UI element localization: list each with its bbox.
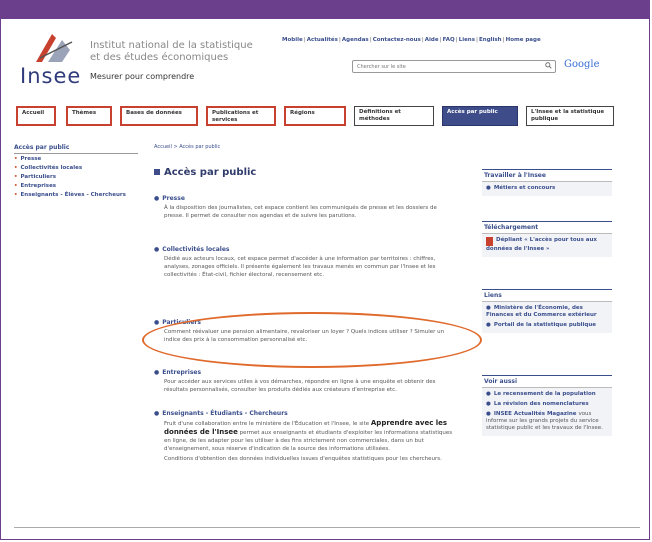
sidebar-item-enseignants[interactable]: • Enseignants - Élèves - Chercheurs [14, 192, 138, 198]
section-heading[interactable]: ● Collectivités locales [154, 246, 454, 253]
section-text: Pour accéder aux services utiles à vos d… [164, 379, 436, 393]
logo-text: Insee [20, 64, 82, 88]
section-collectivites: ● Collectivités locales Dédié aux acteurs… [154, 246, 454, 279]
box-heading: Travailler à l'Insee [482, 170, 612, 182]
bullet-icon: ● [486, 401, 491, 407]
sidebar-item-particuliers[interactable]: • Particuliers [14, 174, 138, 180]
section-text: À la disposition des journalistes, cet e… [164, 205, 437, 219]
bullet-icon: ● [486, 411, 491, 417]
tagline: Mesurer pour comprendre [90, 72, 195, 81]
section-heading[interactable]: ● Enseignants - Étudiants - Chercheurs [154, 410, 454, 417]
bullet-icon: ● [486, 322, 491, 328]
tab-regions[interactable]: Régions [284, 106, 346, 126]
section-enseignants: ● Enseignants - Étudiants - Chercheurs Fr… [154, 410, 454, 463]
institute-name-line2: et des études économiques [90, 52, 229, 63]
link-revision-nomenclatures[interactable]: ● La révision des nomenclatures [486, 401, 608, 408]
bullet-icon: ● [486, 185, 491, 191]
search-icon[interactable] [545, 62, 552, 69]
page-title: Accès par public [154, 167, 256, 178]
box-heading: Liens [482, 290, 612, 302]
logo-mark-icon [36, 34, 73, 62]
bullet-icon: ● [486, 391, 491, 397]
search-placeholder: Chercher sur le site [357, 64, 406, 70]
box-telechargement: Téléchargement Dépliant « L'accès pour t… [482, 221, 612, 257]
bullet-icon: • [14, 192, 18, 198]
link-depliant[interactable]: Dépliant « L'accès pour tous aux données… [486, 237, 608, 253]
box-travailler: Travailler à l'Insee ● Métiers et concour… [482, 169, 612, 196]
bullet-icon: • [14, 183, 18, 189]
main-nav: Accueil Thèmes Bases de données Publicat… [14, 106, 640, 132]
document-icon [486, 237, 493, 246]
top-link-mobile[interactable]: Mobile [282, 37, 303, 43]
top-link-contact[interactable]: Contactez-nous [373, 37, 421, 43]
section-text: Dédié aux acteurs locaux, cet espace per… [164, 256, 436, 278]
bullet-icon: ● [486, 305, 491, 311]
footer-divider [14, 527, 640, 528]
box-liens: Liens ● Ministère de l'Économie, des Fina… [482, 289, 612, 333]
section-heading[interactable]: ● Presse [154, 195, 454, 202]
top-link-agendas[interactable]: Agendas [342, 37, 369, 43]
top-link-faq[interactable]: FAQ [443, 37, 455, 43]
link-portail-statistique[interactable]: ● Portail de la statistique publique [486, 322, 608, 329]
bullet-icon: • [14, 174, 18, 180]
section-presse: ● Presse À la disposition des journaliste… [154, 195, 454, 220]
google-logo: Google [564, 59, 600, 70]
link-metiers-concours[interactable]: ● Métiers et concours [486, 185, 608, 192]
top-link-aide[interactable]: Aide [425, 37, 439, 43]
title-square-icon [154, 169, 160, 175]
section-extra-text: Conditions d'obtention des données indiv… [164, 456, 442, 462]
tab-publications-services[interactable]: Publications et services [206, 106, 276, 126]
tab-insee-statistique-publique[interactable]: L'Insee et la statistique publique [526, 106, 614, 126]
bullet-icon: • [14, 156, 18, 162]
top-link-english[interactable]: English [479, 37, 502, 43]
sidebar-item-collectivites[interactable]: • Collectivités locales [14, 165, 138, 171]
box-heading: Téléchargement [482, 222, 612, 234]
bullet-icon: ● [154, 369, 160, 376]
sidebar-item-entreprises[interactable]: • Entreprises [14, 183, 138, 189]
bullet-icon: ● [154, 319, 160, 326]
top-link-liens[interactable]: Liens [459, 37, 475, 43]
sidebar-heading: Accès par public [14, 144, 138, 154]
tab-bases-de-donnees[interactable]: Bases de données [120, 106, 198, 126]
bullet-icon: • [14, 165, 18, 171]
search-input[interactable]: Chercher sur le site [352, 60, 556, 73]
tab-definitions-methodes[interactable]: Définitions et méthodes [354, 106, 434, 126]
institute-name-line1: Institut national de la statistique [90, 40, 253, 51]
sidebar-item-presse[interactable]: • Presse [14, 156, 138, 162]
purple-top-bar [1, 1, 649, 19]
sidebar-list: • Presse • Collectivités locales • Particul… [14, 156, 138, 201]
box-voir-aussi: Voir aussi ● Le recensement de la populat… [482, 375, 612, 436]
bullet-icon: ● [154, 195, 160, 202]
link-ministere[interactable]: ● Ministère de l'Économie, des Finances e… [486, 305, 608, 319]
top-link-actualites[interactable]: Actualités [307, 37, 338, 43]
top-links: Mobile|Actualités|Agendas|Contactez-nous… [282, 37, 541, 43]
section-text: Fruit d'une collaboration entre le minis… [164, 419, 453, 452]
screenshot-frame: Insee Institut national de la statistiqu… [0, 0, 650, 540]
insee-logo[interactable]: Insee [20, 32, 88, 90]
box-heading: Voir aussi [482, 376, 612, 388]
section-entreprises: ● Entreprises Pour accéder aux services u… [154, 369, 454, 394]
bullet-icon: ● [154, 410, 160, 417]
breadcrumb[interactable]: Accueil > Accès par public [154, 144, 220, 150]
link-insee-actualites[interactable]: ● INSEE Actualités Magazine vous informe … [486, 411, 608, 432]
tab-themes[interactable]: Thèmes [66, 106, 112, 126]
insee-page: Insee Institut national de la statistiqu… [14, 27, 640, 539]
bullet-icon: ● [154, 246, 160, 253]
section-heading[interactable]: ● Entreprises [154, 369, 454, 376]
highlight-ellipse [142, 312, 482, 368]
top-link-home-page[interactable]: Home page [506, 37, 541, 43]
tab-acces-par-public[interactable]: Accès par public [442, 106, 518, 126]
link-recensement[interactable]: ● Le recensement de la population [486, 391, 608, 398]
tab-accueil[interactable]: Accueil [16, 106, 56, 126]
